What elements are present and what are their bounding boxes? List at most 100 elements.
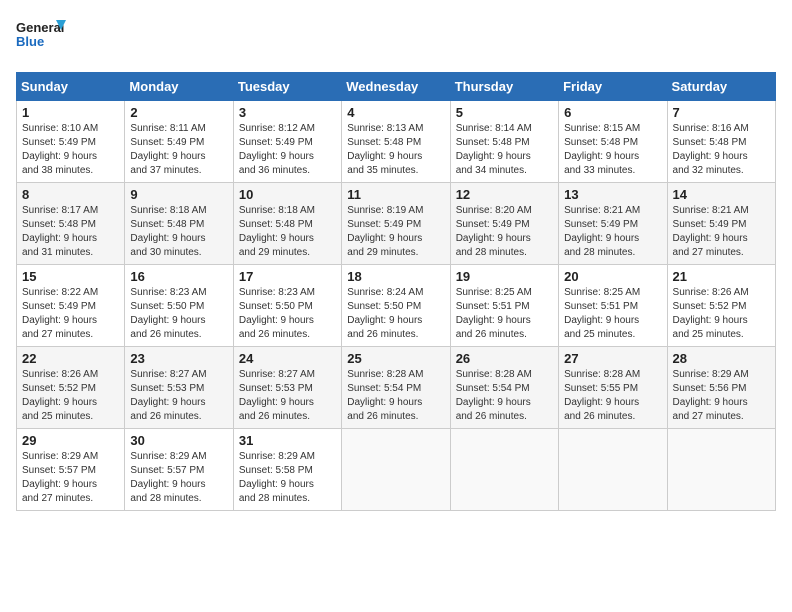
day-info: Sunrise: 8:14 AM Sunset: 5:48 PM Dayligh… (456, 122, 553, 178)
day-number: 29 (22, 433, 119, 448)
day-info: Sunrise: 8:11 AM Sunset: 5:49 PM Dayligh… (130, 122, 227, 178)
day-number: 19 (456, 269, 553, 284)
day-info: Sunrise: 8:18 AM Sunset: 5:48 PM Dayligh… (130, 204, 227, 260)
calendar-cell: 29Sunrise: 8:29 AM Sunset: 5:57 PM Dayli… (17, 429, 125, 511)
calendar-cell: 3 Sunrise: 8:12 AM Sunset: 5:49 PM Daylig… (233, 101, 341, 183)
day-number: 4 (347, 105, 444, 120)
svg-text:Blue: Blue (16, 34, 44, 49)
day-number: 11 (347, 187, 444, 202)
day-number: 15 (22, 269, 119, 284)
day-number: 22 (22, 351, 119, 366)
day-number: 20 (564, 269, 661, 284)
day-number: 23 (130, 351, 227, 366)
calendar-cell: 16 Sunrise: 8:23 AM Sunset: 5:50 PM Dayli… (125, 265, 233, 347)
day-info: Sunrise: 8:23 AM Sunset: 5:50 PM Dayligh… (130, 286, 227, 342)
day-info: Sunrise: 8:21 AM Sunset: 5:49 PM Dayligh… (673, 204, 770, 260)
day-number: 16 (130, 269, 227, 284)
calendar-cell: 11 Sunrise: 8:19 AM Sunset: 5:49 PM Dayli… (342, 183, 450, 265)
day-number: 27 (564, 351, 661, 366)
day-number: 3 (239, 105, 336, 120)
day-info: Sunrise: 8:29 AM Sunset: 5:57 PM Dayligh… (130, 450, 227, 506)
day-info: Sunrise: 8:22 AM Sunset: 5:49 PM Dayligh… (22, 286, 119, 342)
calendar-cell (559, 429, 667, 511)
calendar-cell: 27 Sunrise: 8:28 AM Sunset: 5:55 PM Dayli… (559, 347, 667, 429)
day-info: Sunrise: 8:26 AM Sunset: 5:52 PM Dayligh… (673, 286, 770, 342)
day-number: 1 (22, 105, 119, 120)
day-info: Sunrise: 8:20 AM Sunset: 5:49 PM Dayligh… (456, 204, 553, 260)
day-number: 13 (564, 187, 661, 202)
day-number: 10 (239, 187, 336, 202)
weekday-header-thursday: Thursday (450, 73, 558, 101)
calendar-cell: 25 Sunrise: 8:28 AM Sunset: 5:54 PM Dayli… (342, 347, 450, 429)
day-number: 28 (673, 351, 770, 366)
calendar-cell: 31 Sunrise: 8:29 AM Sunset: 5:58 PM Dayli… (233, 429, 341, 511)
weekday-header-monday: Monday (125, 73, 233, 101)
calendar-cell (342, 429, 450, 511)
day-number: 18 (347, 269, 444, 284)
calendar-cell: 20 Sunrise: 8:25 AM Sunset: 5:51 PM Dayli… (559, 265, 667, 347)
calendar-cell: 12Sunrise: 8:20 AM Sunset: 5:49 PM Dayli… (450, 183, 558, 265)
calendar-cell: 17 Sunrise: 8:23 AM Sunset: 5:50 PM Dayli… (233, 265, 341, 347)
weekday-header-saturday: Saturday (667, 73, 775, 101)
day-info: Sunrise: 8:25 AM Sunset: 5:51 PM Dayligh… (564, 286, 661, 342)
day-number: 31 (239, 433, 336, 448)
calendar-cell: 28Sunrise: 8:29 AM Sunset: 5:56 PM Dayli… (667, 347, 775, 429)
day-info: Sunrise: 8:27 AM Sunset: 5:53 PM Dayligh… (130, 368, 227, 424)
day-info: Sunrise: 8:12 AM Sunset: 5:49 PM Dayligh… (239, 122, 336, 178)
day-info: Sunrise: 8:23 AM Sunset: 5:50 PM Dayligh… (239, 286, 336, 342)
day-info: Sunrise: 8:29 AM Sunset: 5:58 PM Dayligh… (239, 450, 336, 506)
day-info: Sunrise: 8:28 AM Sunset: 5:55 PM Dayligh… (564, 368, 661, 424)
day-info: Sunrise: 8:13 AM Sunset: 5:48 PM Dayligh… (347, 122, 444, 178)
calendar-cell: 26Sunrise: 8:28 AM Sunset: 5:54 PM Dayli… (450, 347, 558, 429)
day-number: 25 (347, 351, 444, 366)
calendar-cell: 15 Sunrise: 8:22 AM Sunset: 5:49 PM Dayli… (17, 265, 125, 347)
calendar-week-5: 29 Sunrise: 8:29 AM Sunset: 5:57 PM Dayli… (17, 429, 776, 511)
calendar-week-4: 22 Sunrise: 8:26 AM Sunset: 5:52 PM Dayli… (17, 347, 776, 429)
weekday-header-wednesday: Wednesday (342, 73, 450, 101)
calendar-cell: 23 Sunrise: 8:27 AM Sunset: 5:53 PM Dayli… (125, 347, 233, 429)
calendar-cell: 4 Sunrise: 8:13 AM Sunset: 5:48 PM Daylig… (342, 101, 450, 183)
day-info: Sunrise: 8:18 AM Sunset: 5:48 PM Dayligh… (239, 204, 336, 260)
calendar-cell: 30 Sunrise: 8:29 AM Sunset: 5:57 PM Dayli… (125, 429, 233, 511)
calendar-cell: 9 Sunrise: 8:18 AM Sunset: 5:48 PM Daylig… (125, 183, 233, 265)
day-number: 24 (239, 351, 336, 366)
day-number: 5 (456, 105, 553, 120)
page-header: General Blue (16, 16, 776, 60)
day-info: Sunrise: 8:16 AM Sunset: 5:48 PM Dayligh… (673, 122, 770, 178)
calendar-week-2: 8 Sunrise: 8:17 AM Sunset: 5:48 PM Daylig… (17, 183, 776, 265)
day-number: 7 (673, 105, 770, 120)
day-info: Sunrise: 8:26 AM Sunset: 5:52 PM Dayligh… (22, 368, 119, 424)
calendar-cell: 10 Sunrise: 8:18 AM Sunset: 5:48 PM Dayli… (233, 183, 341, 265)
calendar-cell: 18 Sunrise: 8:24 AM Sunset: 5:50 PM Dayli… (342, 265, 450, 347)
day-info: Sunrise: 8:24 AM Sunset: 5:50 PM Dayligh… (347, 286, 444, 342)
day-number: 2 (130, 105, 227, 120)
logo-svg: General Blue (16, 16, 66, 60)
day-info: Sunrise: 8:28 AM Sunset: 5:54 PM Dayligh… (347, 368, 444, 424)
day-number: 17 (239, 269, 336, 284)
day-number: 9 (130, 187, 227, 202)
day-number: 8 (22, 187, 119, 202)
weekday-header-tuesday: Tuesday (233, 73, 341, 101)
calendar-cell: 2 Sunrise: 8:11 AM Sunset: 5:49 PM Daylig… (125, 101, 233, 183)
calendar-cell: 13 Sunrise: 8:21 AM Sunset: 5:49 PM Dayli… (559, 183, 667, 265)
calendar-cell: 14 Sunrise: 8:21 AM Sunset: 5:49 PM Dayli… (667, 183, 775, 265)
calendar-cell: 24Sunrise: 8:27 AM Sunset: 5:53 PM Dayli… (233, 347, 341, 429)
day-number: 30 (130, 433, 227, 448)
calendar-cell: 22 Sunrise: 8:26 AM Sunset: 5:52 PM Dayli… (17, 347, 125, 429)
day-number: 14 (673, 187, 770, 202)
weekday-header-sunday: Sunday (17, 73, 125, 101)
logo: General Blue (16, 16, 66, 60)
day-info: Sunrise: 8:15 AM Sunset: 5:48 PM Dayligh… (564, 122, 661, 178)
calendar-cell (667, 429, 775, 511)
weekday-header-friday: Friday (559, 73, 667, 101)
calendar-cell (450, 429, 558, 511)
day-info: Sunrise: 8:17 AM Sunset: 5:48 PM Dayligh… (22, 204, 119, 260)
day-number: 6 (564, 105, 661, 120)
day-info: Sunrise: 8:19 AM Sunset: 5:49 PM Dayligh… (347, 204, 444, 260)
calendar-cell: 8 Sunrise: 8:17 AM Sunset: 5:48 PM Daylig… (17, 183, 125, 265)
calendar-cell: 6 Sunrise: 8:15 AM Sunset: 5:48 PM Daylig… (559, 101, 667, 183)
calendar-week-1: 1Sunrise: 8:10 AM Sunset: 5:49 PM Daylig… (17, 101, 776, 183)
day-info: Sunrise: 8:21 AM Sunset: 5:49 PM Dayligh… (564, 204, 661, 260)
calendar-cell: 21 Sunrise: 8:26 AM Sunset: 5:52 PM Dayli… (667, 265, 775, 347)
day-number: 21 (673, 269, 770, 284)
